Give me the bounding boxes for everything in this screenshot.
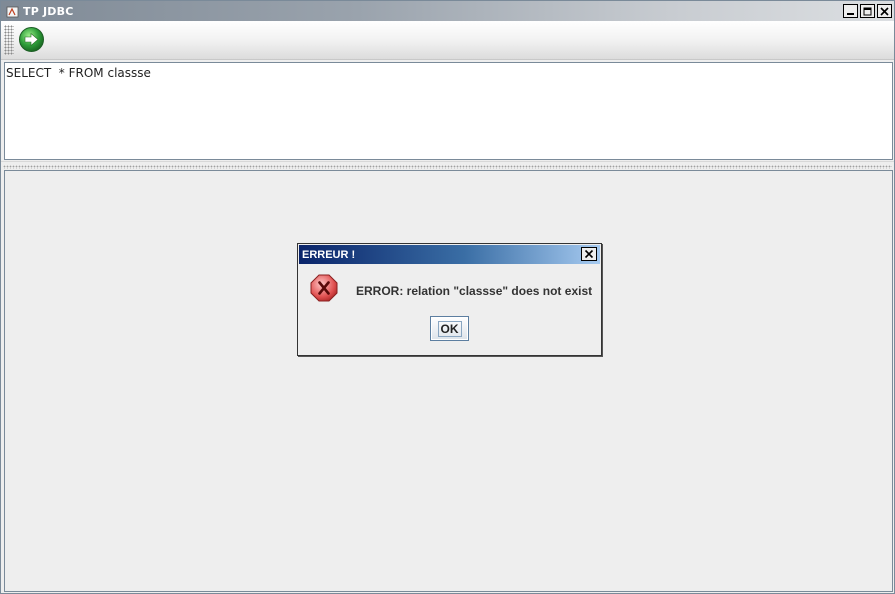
dialog-title: ERREUR !: [302, 248, 356, 261]
divider-grip: [3, 165, 892, 169]
close-icon: [880, 6, 889, 16]
app-window: TP JDBC SELECT * FROM classse ERREUR ! E…: [0, 0, 895, 594]
minimize-button[interactable]: [843, 4, 858, 18]
error-dialog: ERREUR ! ERROR: relation "classse" does …: [297, 243, 602, 356]
error-icon: [310, 274, 338, 302]
error-message: ERROR: relation "classse" does not exist: [356, 284, 593, 298]
toolbar-grip[interactable]: [4, 25, 14, 55]
sql-query-input[interactable]: [4, 62, 893, 160]
dialog-titlebar[interactable]: ERREUR !: [299, 245, 600, 264]
maximize-button[interactable]: [860, 4, 875, 18]
dialog-close-button[interactable]: [581, 247, 597, 261]
toolbar: [1, 21, 894, 60]
run-query-button[interactable]: [18, 26, 45, 53]
ok-button-label: OK: [437, 320, 462, 337]
maximize-icon: [863, 7, 872, 15]
minimize-icon: [847, 12, 854, 15]
window-titlebar[interactable]: TP JDBC: [1, 1, 894, 21]
close-button[interactable]: [877, 4, 892, 18]
window-title: TP JDBC: [23, 4, 74, 18]
java-app-icon: [5, 4, 19, 18]
window-controls: [843, 4, 892, 18]
split-pane-divider[interactable]: [1, 161, 894, 170]
arrow-right-circle-icon: [19, 27, 44, 52]
close-icon: [584, 249, 594, 259]
result-panel: [4, 170, 893, 592]
ok-button[interactable]: OK: [430, 316, 469, 341]
